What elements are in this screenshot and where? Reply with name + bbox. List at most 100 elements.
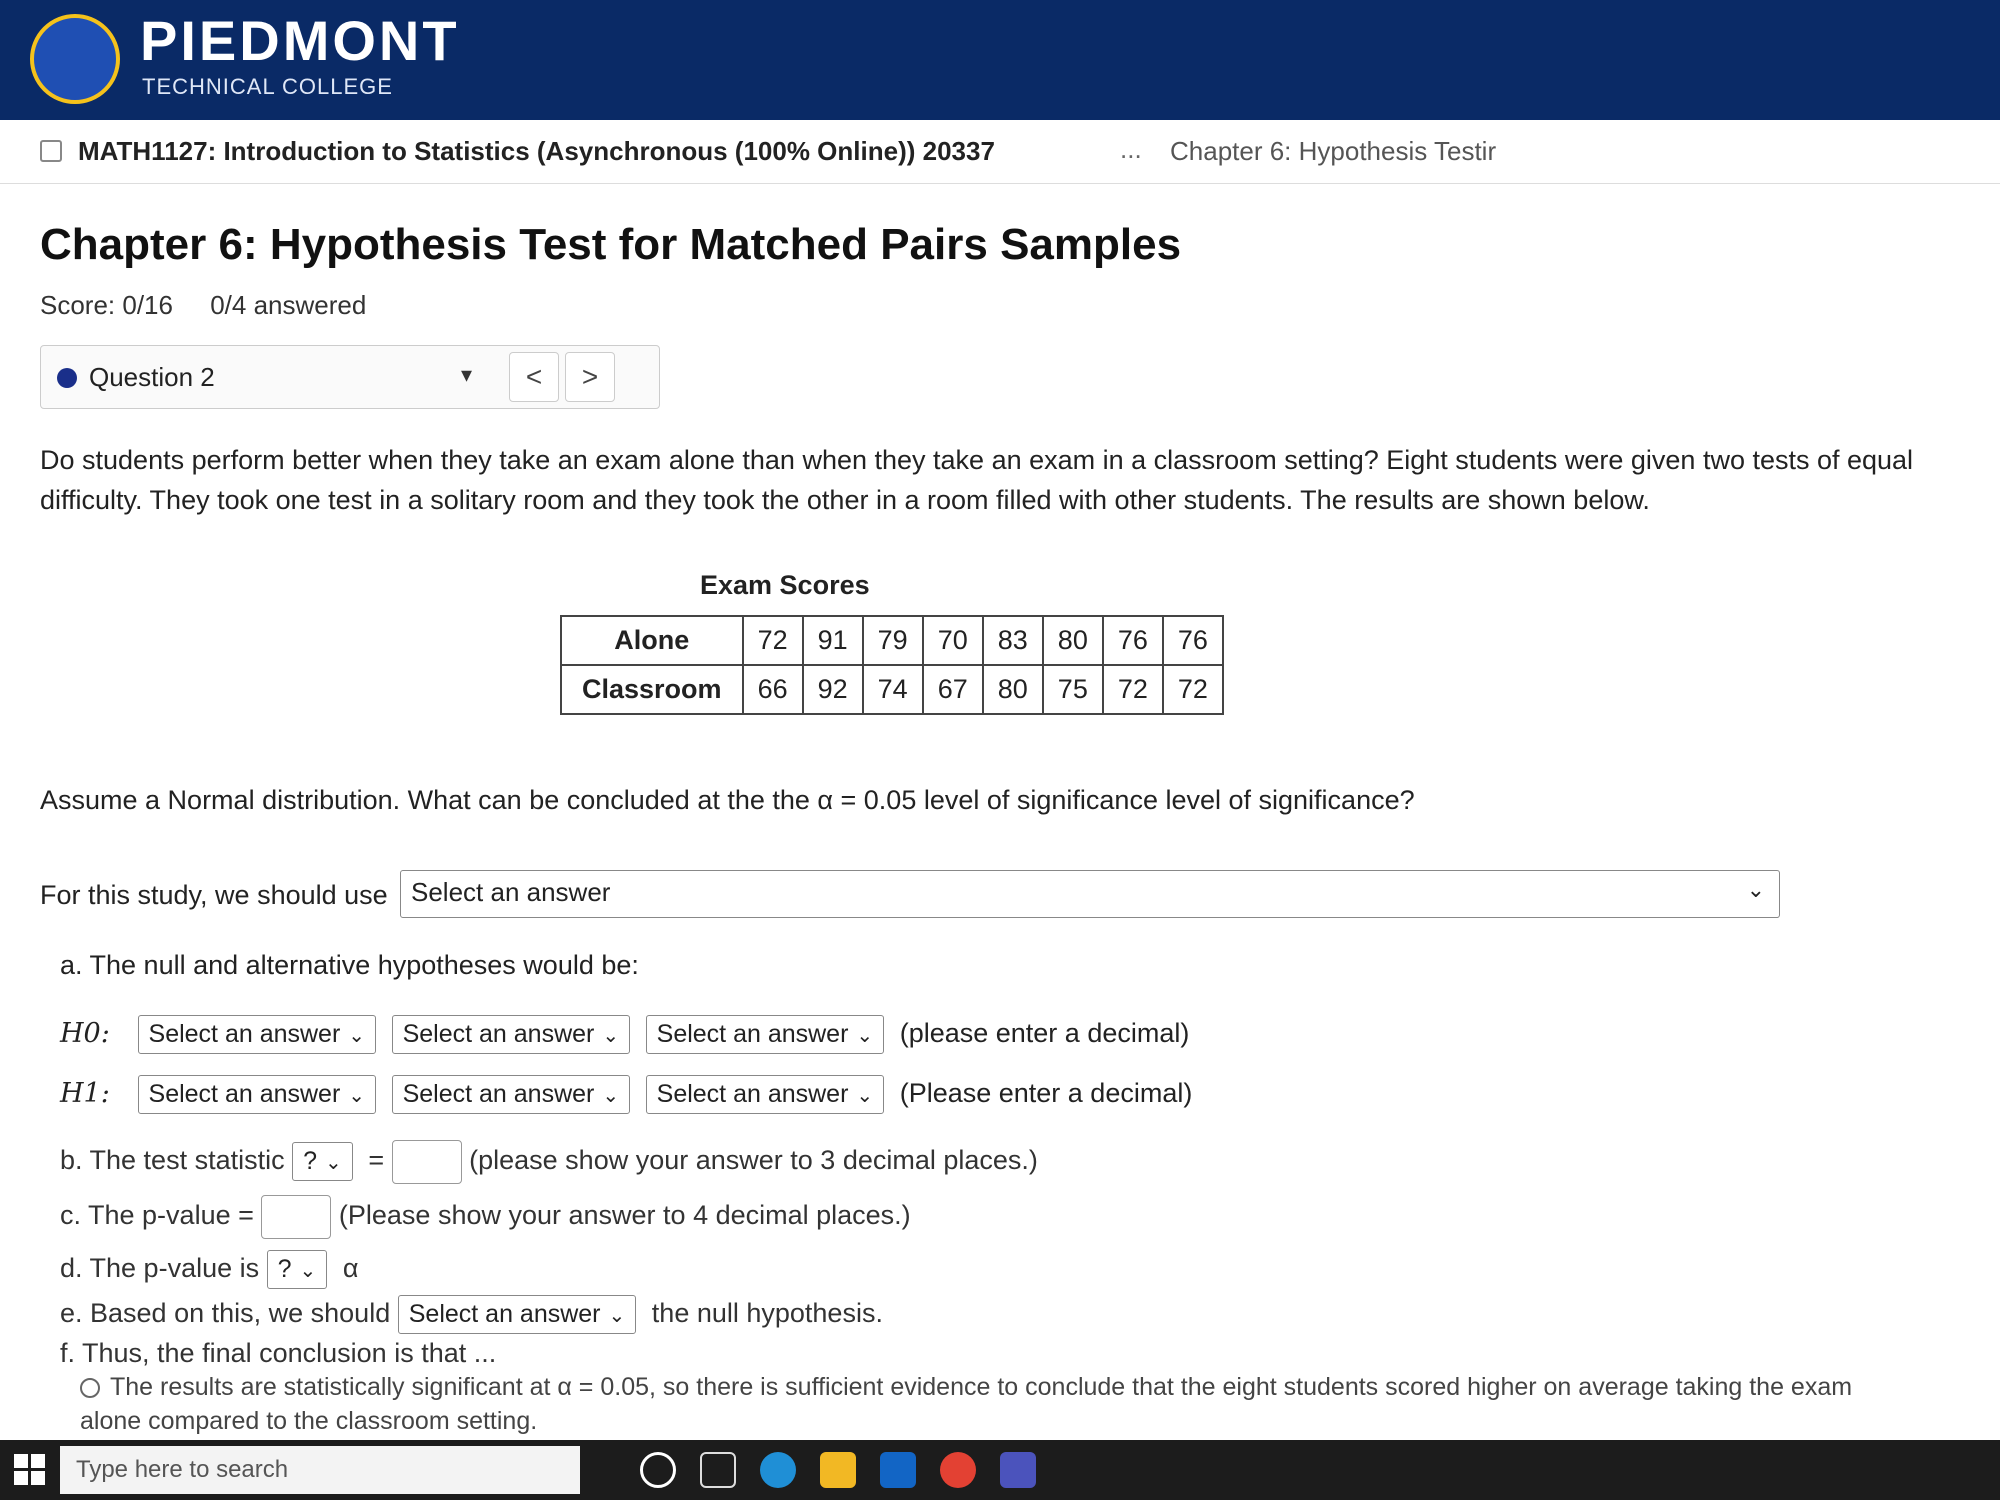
college-logo-icon: [30, 14, 120, 104]
h0-operator-select[interactable]: Select an answer ⌄: [391, 1015, 631, 1054]
table-cell: 79: [861, 615, 924, 666]
table-cell: 72: [741, 615, 804, 666]
row-label-alone: Alone: [560, 615, 744, 666]
taskbar: Type here to search: [0, 1440, 2000, 1500]
select-value: Select an answer: [656, 1080, 849, 1108]
breadcrumb-ellipsis[interactable]: ...: [1120, 134, 1142, 165]
chevron-down-icon: ⌄: [602, 1085, 620, 1107]
table-cell: 83: [981, 615, 1044, 666]
chevron-down-icon: ⌄: [348, 1085, 366, 1107]
next-question-button[interactable]: >: [565, 352, 615, 402]
part-a-label: a. The null and alternative hypotheses w…: [60, 950, 639, 980]
table-cell: 72: [1161, 664, 1224, 715]
table-cell: 76: [1101, 615, 1164, 666]
brand-name: PIEDMONT: [140, 9, 460, 72]
conclusion-option-text: The results are statistically significan…: [80, 1373, 1853, 1435]
part-d-label: d. The p-value is: [60, 1253, 260, 1283]
null-hypothesis-row: H0: Select an answer ⌄ Select an answer ⌄ …: [60, 1015, 1189, 1054]
question-prompt: Do students perform better when they tak…: [40, 445, 1914, 515]
chevron-down-icon: ⌄: [602, 1025, 620, 1047]
chevron-down-icon: ⌄: [856, 1025, 874, 1047]
conclusion-option[interactable]: The results are statistically significan…: [80, 1370, 1880, 1438]
test-statistic-type-select[interactable]: ? ⌄: [292, 1142, 353, 1182]
part-b-row: b. The test statistic ? ⌄ = (please show …: [60, 1140, 1038, 1184]
p-value-input[interactable]: [261, 1195, 332, 1239]
edge-browser-icon[interactable]: [760, 1452, 796, 1488]
h0-value-select[interactable]: Select an answer ⌄: [645, 1015, 885, 1054]
part-c-label: c. The p-value =: [60, 1200, 254, 1231]
h1-value-select[interactable]: Select an answer ⌄: [645, 1075, 885, 1114]
alpha-symbol: α: [342, 1253, 359, 1283]
table-title: Exam Scores: [700, 570, 870, 600]
select-value: ?: [277, 1255, 292, 1283]
h0-parameter-select[interactable]: Select an answer ⌄: [137, 1015, 377, 1054]
test-statistic-input[interactable]: [391, 1140, 462, 1184]
table-cell: 91: [801, 615, 864, 666]
decision-select[interactable]: Select an answer ⌄: [397, 1295, 637, 1334]
previous-question-button[interactable]: <: [509, 352, 559, 402]
part-b-label: b. The test statistic: [60, 1145, 285, 1176]
task-view-icon[interactable]: [700, 1452, 736, 1488]
row-label-classroom: Classroom: [560, 664, 744, 715]
part-e-row: e. Based on this, we should Select an an…: [60, 1295, 883, 1334]
cortana-icon[interactable]: [640, 1452, 676, 1488]
chevron-down-icon: ⌄: [299, 1260, 317, 1282]
table-cell: 66: [741, 664, 804, 715]
taskbar-search-input[interactable]: Type here to search: [60, 1446, 580, 1494]
table-cell: 80: [1041, 615, 1104, 666]
question-status-icon: [57, 368, 77, 388]
exam-scores-table: Alone 72 91 79 70 83 80 76 76 Classroom …: [560, 615, 1224, 715]
chevron-down-icon: ⌄: [856, 1085, 874, 1107]
score-text: Score: 0/16: [40, 290, 173, 320]
table-cell: 80: [981, 664, 1044, 715]
assumption-text: Assume a Normal distribution. What can b…: [40, 785, 1415, 815]
table-cell: 70: [921, 615, 984, 666]
teams-icon[interactable]: [1000, 1452, 1036, 1488]
h0-symbol: H0:: [60, 1018, 110, 1049]
equals-sign: =: [368, 1145, 385, 1176]
select-value: Select an answer: [148, 1020, 341, 1048]
chevron-down-icon: ⌄: [608, 1305, 626, 1327]
score-line: Score: 0/16 0/4 answered: [40, 290, 396, 321]
brand-subtitle: TECHNICAL COLLEGE: [142, 74, 393, 99]
select-value: Select an answer: [402, 1020, 595, 1048]
dropdown-caret-icon[interactable]: ▾: [461, 362, 472, 388]
table-cell: 76: [1161, 615, 1224, 666]
part-c-note: (Please show your answer to 4 decimal pl…: [338, 1200, 911, 1231]
chevron-down-icon: ⌄: [348, 1025, 366, 1047]
table-cell: 72: [1101, 664, 1164, 715]
part-e-label: e. Based on this, we should: [60, 1298, 391, 1328]
alternative-hypothesis-row: H1: Select an answer ⌄ Select an answer ⌄ …: [60, 1075, 1192, 1114]
radio-button[interactable]: [80, 1378, 100, 1399]
h1-note: (Please enter a decimal): [899, 1078, 1193, 1108]
select-value: Select an answer: [656, 1020, 849, 1048]
windows-start-icon[interactable]: [14, 1454, 46, 1486]
h1-operator-select[interactable]: Select an answer ⌄: [391, 1075, 631, 1114]
study-type-select[interactable]: Select an answer ⌄: [400, 870, 1780, 918]
table-cell: 92: [801, 664, 864, 715]
answered-text: 0/4 answered: [210, 290, 367, 320]
table-cell: 74: [861, 664, 924, 715]
h1-symbol: H1:: [60, 1078, 110, 1109]
file-explorer-icon[interactable]: [820, 1452, 856, 1488]
breadcrumb-current: Chapter 6: Hypothesis Testir: [1170, 136, 1497, 166]
select-value: Select an answer: [408, 1300, 601, 1328]
p-value-comparison-select[interactable]: ? ⌄: [266, 1250, 328, 1289]
part-f-label: f. Thus, the final conclusion is that ..…: [60, 1338, 497, 1368]
checkbox-icon[interactable]: [40, 140, 62, 162]
question-selector-label[interactable]: Question 2: [89, 362, 215, 393]
select-value: Select an answer: [148, 1080, 341, 1108]
question-navigator: Question 2 ▾ < >: [40, 345, 660, 409]
select-value: Select an answer: [411, 877, 611, 907]
chrome-browser-icon[interactable]: [940, 1452, 976, 1488]
outlook-icon[interactable]: [880, 1452, 916, 1488]
h0-note: (please enter a decimal): [899, 1018, 1190, 1048]
study-type-label: For this study, we should use: [40, 880, 388, 910]
part-e-suffix: the null hypothesis.: [651, 1298, 883, 1328]
h1-parameter-select[interactable]: Select an answer ⌄: [137, 1075, 377, 1114]
page-title: Chapter 6: Hypothesis Test for Matched P…: [40, 220, 1182, 269]
table-row: Alone 72 91 79 70 83 80 76 76: [560, 615, 1224, 666]
breadcrumb-course-link[interactable]: MATH1127: Introduction to Statistics (As…: [78, 136, 995, 167]
table-row: Classroom 66 92 74 67 80 75 72 72: [560, 664, 1224, 715]
part-d-row: d. The p-value is ? ⌄ α: [60, 1250, 358, 1289]
